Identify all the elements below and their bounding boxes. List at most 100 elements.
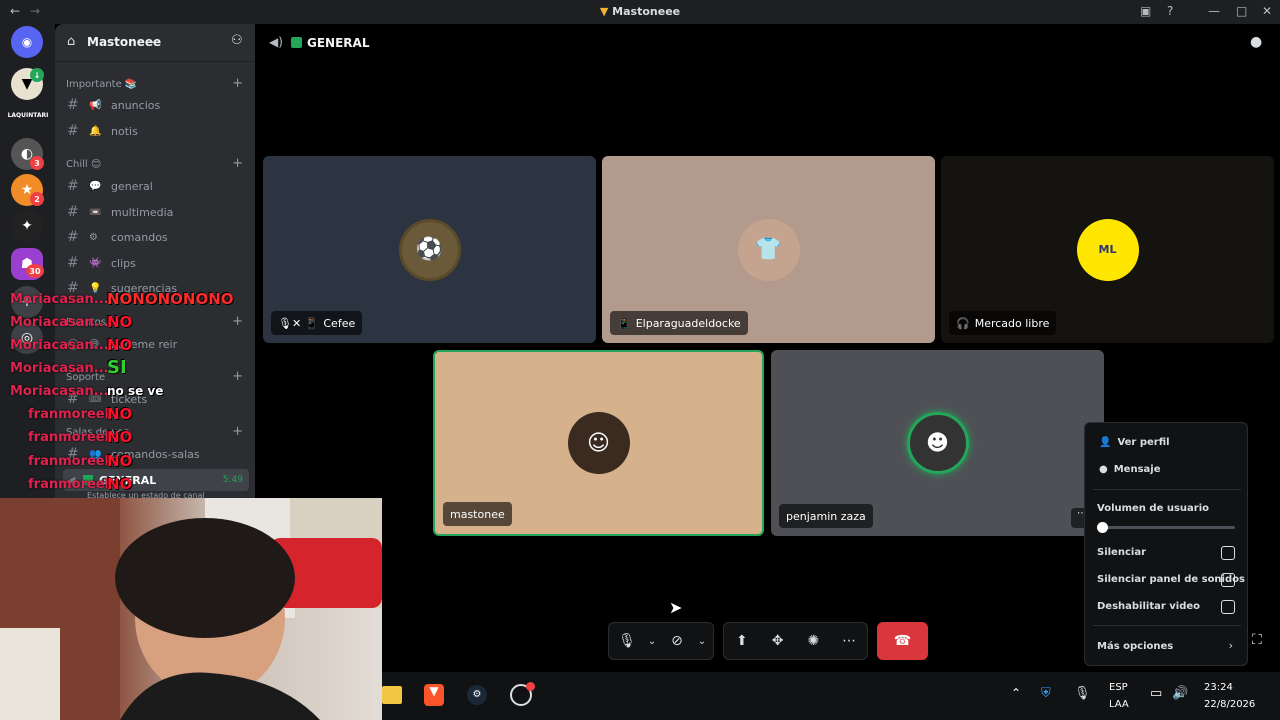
home-community-icon: ⌂: [67, 34, 76, 49]
silenciar-sonidos-checkbox[interactable]: [1221, 573, 1235, 587]
participant-tile-mastonee[interactable]: ☺ mastonee: [433, 350, 764, 536]
voice-channel-title: GENERAL: [307, 36, 370, 50]
channel-anuncios[interactable]: # 📢 anuncios: [67, 94, 247, 116]
participant-label: mastonee: [443, 502, 512, 526]
recording-dot-icon: [526, 682, 535, 691]
brave-browser-icon[interactable]: ▼: [424, 684, 444, 706]
language-indicator[interactable]: ESP: [1109, 682, 1128, 693]
participant-tile-mercado-libre[interactable]: ML 🎧 Mercado libre: [941, 156, 1274, 343]
minimize-button[interactable]: —: [1208, 4, 1220, 18]
hash-icon: #: [67, 97, 79, 113]
channel-general[interactable]: # 💬 general: [67, 175, 247, 197]
overlay-message: NO: [107, 475, 133, 493]
steam-icon[interactable]: ⚙: [467, 685, 487, 705]
menu-item-mas-opciones[interactable]: Más opciones: [1097, 641, 1173, 652]
defender-shield-icon[interactable]: ⛨: [1041, 686, 1051, 701]
avatar: ML: [1076, 218, 1139, 281]
menu-item-ver-perfil[interactable]: 👤 Ver perfil: [1099, 437, 1170, 448]
inbox-icon[interactable]: ▣: [1140, 4, 1151, 18]
chevron-up-icon[interactable]: ⌃: [1011, 686, 1021, 700]
microphone-icon[interactable]: 🎙: [1074, 686, 1091, 701]
deshabilitar-video-checkbox[interactable]: [1221, 600, 1235, 614]
avatar: ⚽: [398, 218, 461, 281]
overlay-message: NO: [107, 336, 133, 354]
overlay-message: NO: [107, 405, 133, 423]
participant-tile-penjamin-zaza[interactable]: ☻ penjamin zaza ⋯: [771, 350, 1104, 536]
clock-time[interactable]: 23:24: [1204, 682, 1233, 693]
volume-slider-handle[interactable]: [1097, 522, 1108, 533]
headphones-icon: 🎧: [956, 316, 970, 330]
network-icon[interactable]: ▭: [1150, 686, 1162, 701]
channel-comandos[interactable]: # ⚙ comandos: [67, 226, 247, 248]
add-channel-icon[interactable]: +: [232, 76, 243, 91]
chevron-down-icon[interactable]: ⌄: [645, 636, 659, 647]
overlay-user: franmoreel: [28, 477, 110, 492]
hangup-phone-icon: ☎: [893, 633, 912, 649]
menu-item-mensaje[interactable]: ● Mensaje: [1099, 464, 1161, 475]
overlay-user: Moriacasan...: [10, 315, 109, 330]
soundboard-icon[interactable]: ✺: [796, 633, 832, 649]
overlay-message: NO: [107, 313, 133, 331]
hash-icon: #: [67, 229, 79, 245]
server-badge-6: 30: [26, 264, 44, 278]
menu-item-silenciar[interactable]: Silenciar: [1097, 547, 1146, 558]
cursor-icon: ➤: [669, 598, 683, 617]
hash-icon: #: [67, 178, 79, 194]
chat-bubble-icon[interactable]: ●: [1250, 34, 1262, 50]
discord-home-icon[interactable]: ◉: [11, 26, 43, 58]
menu-item-deshabilitar-video[interactable]: Deshabilitar video: [1097, 601, 1200, 612]
participant-label: 🎧 Mercado libre: [949, 311, 1057, 335]
user-context-menu: 👤 Ver perfil ● Mensaje Volumen de usuario …: [1084, 422, 1248, 666]
server-badge-3: 3: [30, 156, 44, 170]
server-icon-5[interactable]: ✦: [11, 210, 43, 242]
help-icon[interactable]: ?: [1167, 4, 1173, 18]
close-button[interactable]: ✕: [1262, 4, 1272, 18]
microphone-icon[interactable]: 🎙: [609, 633, 645, 649]
chevron-right-icon: ›: [1228, 639, 1233, 652]
server-badge-4: 2: [30, 192, 44, 206]
divider: [1093, 489, 1241, 490]
chevron-down-icon[interactable]: ⌄: [695, 636, 709, 647]
clock-date[interactable]: 22/8/2026: [1204, 699, 1255, 710]
fullscreen-icon[interactable]: ⛶: [1252, 632, 1262, 648]
avatar-speaking: ☻: [906, 412, 969, 474]
webcam-person-illustration: [0, 498, 382, 720]
volume-slider[interactable]: [1097, 522, 1235, 533]
channel-multimedia[interactable]: # 📼 multimedia: [67, 201, 247, 223]
overlay-user: Moriacasan...: [10, 338, 109, 353]
maximize-button[interactable]: □: [1236, 4, 1247, 18]
volume-icon[interactable]: 🔊: [1172, 686, 1188, 701]
file-explorer-icon[interactable]: [382, 686, 402, 704]
disconnect-button[interactable]: ☎: [877, 622, 928, 660]
overlay-message: NO: [107, 452, 133, 470]
overlay-user: Moriacasan...: [10, 384, 109, 399]
windows-taskbar: ▼ ⚙ ⌃ ⛨ 🎙 ESP LAA ▭ 🔊 23:24 22/8/2026: [382, 672, 1280, 720]
camera-off-icon[interactable]: ⊘: [659, 633, 695, 649]
muted-mobile-icon: 🎙✕ 📱: [278, 316, 319, 330]
screen-share-icon[interactable]: ⬆: [724, 633, 760, 649]
invite-people-icon[interactable]: ⚇: [231, 33, 243, 48]
category-importante[interactable]: Importante 📚: [66, 79, 137, 90]
overlay-message: no se ve: [107, 384, 164, 398]
participant-tile-cefee[interactable]: ⚽ 🎙✕ 📱 Cefee: [263, 156, 596, 343]
participant-tile-elparaguadeldocke[interactable]: 👕 📱 Elparaguadeldocke: [602, 156, 935, 343]
channel-notis[interactable]: # 🔔 notis: [67, 120, 247, 142]
channel-clips[interactable]: # 👾 clips: [67, 252, 247, 274]
divider: [1093, 625, 1241, 626]
menu-label-volumen: Volumen de usuario: [1097, 503, 1210, 514]
category-chill[interactable]: Chill 😊: [66, 159, 101, 170]
activities-icon[interactable]: ✥: [760, 633, 796, 649]
server-badge: ↓: [30, 68, 44, 82]
hash-icon: #: [67, 123, 79, 139]
hash-icon: #: [67, 255, 79, 271]
add-channel-icon[interactable]: +: [232, 156, 243, 171]
voice-header: ◀) GENERAL ●: [255, 24, 1280, 62]
server-header[interactable]: ⌂ Mastoneee ⌄ ⚇: [55, 24, 255, 62]
person-icon: 👤: [1099, 437, 1112, 448]
chevron-down-icon: ⌄: [149, 35, 158, 46]
more-icon[interactable]: ⋯: [831, 633, 867, 649]
speaker-icon: ◀): [269, 35, 283, 49]
participant-label: 📱 Elparaguadeldocke: [610, 311, 748, 335]
silenciar-checkbox[interactable]: [1221, 546, 1235, 560]
keyboard-layout[interactable]: LAA: [1109, 699, 1129, 710]
